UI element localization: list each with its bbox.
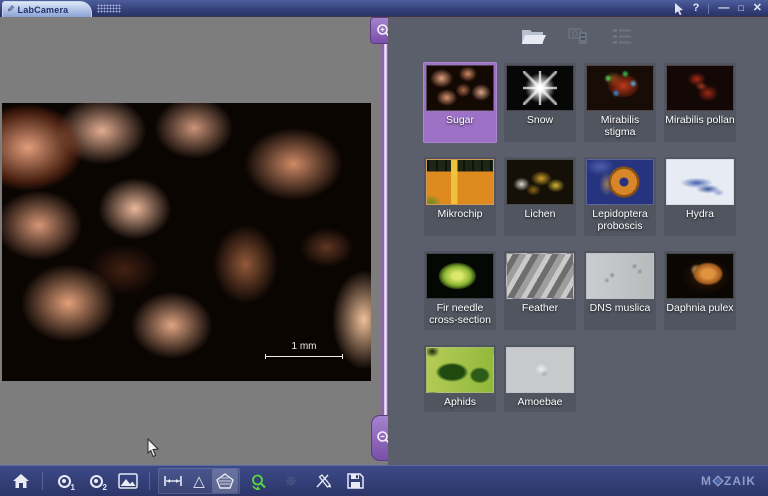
- logo-part2: ZAIK: [724, 474, 756, 488]
- thumbnail-label: Feather: [522, 302, 558, 314]
- thumbnail-label: Snow: [527, 114, 553, 126]
- thumbnail-label: Amoebae: [518, 396, 563, 408]
- scale-bar-line: [265, 354, 343, 359]
- thumbnail-image: [426, 253, 494, 299]
- scale-bar: 1 mm: [265, 341, 343, 359]
- gallery-item-amoebae[interactable]: Amoebae: [504, 345, 576, 412]
- bottom-toolbar: 1 2 △: [0, 465, 768, 496]
- camera-2-button[interactable]: 2: [83, 469, 109, 493]
- thumbnail-grid: Sugar Snow Mirabilis stigma Mirabilis po…: [424, 63, 742, 412]
- app-tab[interactable]: ✎ LabCamera: [2, 1, 92, 17]
- maximize-button[interactable]: □: [738, 4, 743, 13]
- panel-divider[interactable]: [384, 39, 387, 443]
- triangle-icon: △: [193, 474, 205, 489]
- thumbnail-image: [426, 159, 494, 205]
- thumbnail-label: Hydra: [686, 208, 714, 220]
- camera-2-badge: 2: [103, 483, 107, 492]
- list-view-icon: [607, 24, 637, 48]
- area-measure-button[interactable]: [212, 469, 238, 493]
- webcam-icon: [90, 475, 103, 488]
- app-title: LabCamera: [18, 5, 69, 15]
- thumbnail-image: [506, 253, 574, 299]
- annotate-button[interactable]: [310, 469, 336, 493]
- thumbnail-image: [586, 159, 654, 205]
- thumbnail-image: [666, 253, 734, 299]
- save-button[interactable]: [342, 469, 368, 493]
- camera-1-button[interactable]: 1: [51, 469, 77, 493]
- gallery-item-lepidoptera-proboscis[interactable]: Lepidoptera proboscis: [584, 157, 656, 236]
- gallery-item-dns-muslica[interactable]: DNS muslica: [584, 251, 656, 330]
- thumbnail-label: Mirabilis pollan: [665, 114, 734, 126]
- controls-divider: [708, 4, 709, 14]
- help-button[interactable]: ?: [693, 3, 700, 14]
- thumbnail-image: [586, 65, 654, 111]
- gallery-item-fir-needle[interactable]: Fir needle cross-section: [424, 251, 496, 330]
- thumbnail-label: Fir needle cross-section: [425, 302, 495, 326]
- gallery-item-aphids[interactable]: Aphids: [424, 345, 496, 412]
- titlebar: ✎ LabCamera ? — □ ✕: [0, 0, 768, 17]
- thumbnail-label: Lichen: [525, 208, 556, 220]
- minimize-button[interactable]: —: [718, 3, 729, 14]
- timelapse-button-disabled: ❋: [278, 469, 304, 493]
- specimen-photo-sugar[interactable]: 1 mm: [2, 103, 371, 381]
- open-folder-button[interactable]: [519, 24, 549, 48]
- gallery-panel: Sugar Snow Mirabilis stigma Mirabilis po…: [388, 17, 768, 465]
- thumbnail-label: Sugar: [446, 114, 474, 126]
- scale-bar-label: 1 mm: [265, 341, 343, 352]
- measure-tools-group: △: [158, 468, 240, 494]
- close-button[interactable]: ✕: [753, 3, 762, 14]
- gallery-item-snow[interactable]: Snow: [504, 63, 576, 142]
- angle-measure-button[interactable]: △: [186, 469, 212, 493]
- pointer-mode-icon[interactable]: [674, 3, 684, 15]
- image-gallery-button[interactable]: [115, 469, 141, 493]
- thumbnail-label: DNS muslica: [590, 302, 651, 314]
- thumbnail-label: Mikrochip: [438, 208, 483, 220]
- gallery-item-mirabilis-stigma[interactable]: Mirabilis stigma: [584, 63, 656, 142]
- viewer-panel: 1 mm: [0, 17, 385, 465]
- gallery-item-hydra[interactable]: Hydra: [664, 157, 736, 236]
- window-controls: ? — □ ✕: [674, 0, 762, 17]
- gallery-item-feather[interactable]: Feather: [504, 251, 576, 330]
- thumbnail-image: [426, 347, 494, 393]
- webcam-icon: [58, 475, 71, 488]
- thumbnail-image: [666, 159, 734, 205]
- gallery-item-sugar[interactable]: Sugar: [424, 63, 496, 142]
- thumbnail-image: [586, 253, 654, 299]
- mozaik-logo: M ZAIK: [701, 474, 756, 488]
- gallery-item-lichen[interactable]: Lichen: [504, 157, 576, 236]
- thumbnail-image: [506, 65, 574, 111]
- gallery-toolbar: [388, 21, 768, 51]
- thumbnail-image: [506, 347, 574, 393]
- capture-to-gallery-icon: [563, 24, 593, 48]
- distance-measure-button[interactable]: [160, 469, 186, 493]
- thumbnail-image: [426, 65, 494, 111]
- snowflake-icon: ❋: [285, 474, 297, 488]
- home-button[interactable]: [8, 469, 34, 493]
- gallery-item-mikrochip[interactable]: Mikrochip: [424, 157, 496, 236]
- thumbnail-label: Mirabilis stigma: [585, 114, 655, 138]
- thumbnail-image: [506, 159, 574, 205]
- toolbar-divider: [149, 472, 150, 490]
- motion-tracker-button[interactable]: [246, 469, 272, 493]
- gallery-item-daphnia-pulex[interactable]: Daphnia pulex: [664, 251, 736, 330]
- main-content: 1 mm: [0, 17, 768, 465]
- thumbnail-label: Daphnia pulex: [666, 302, 733, 314]
- gallery-item-mirabilis-pollan[interactable]: Mirabilis pollan: [664, 63, 736, 142]
- camera-1-badge: 1: [71, 483, 75, 492]
- logo-part1: M: [701, 474, 712, 488]
- pencil-icon: ✎: [7, 5, 15, 14]
- diamond-icon: [712, 475, 723, 486]
- thumbnail-image: [666, 65, 734, 111]
- drag-handle-dots-icon[interactable]: [97, 4, 121, 13]
- mouse-cursor-icon: [146, 438, 160, 463]
- toolbar-divider: [42, 472, 43, 490]
- thumbnail-label: Lepidoptera proboscis: [585, 208, 655, 232]
- thumbnail-label: Aphids: [444, 396, 476, 408]
